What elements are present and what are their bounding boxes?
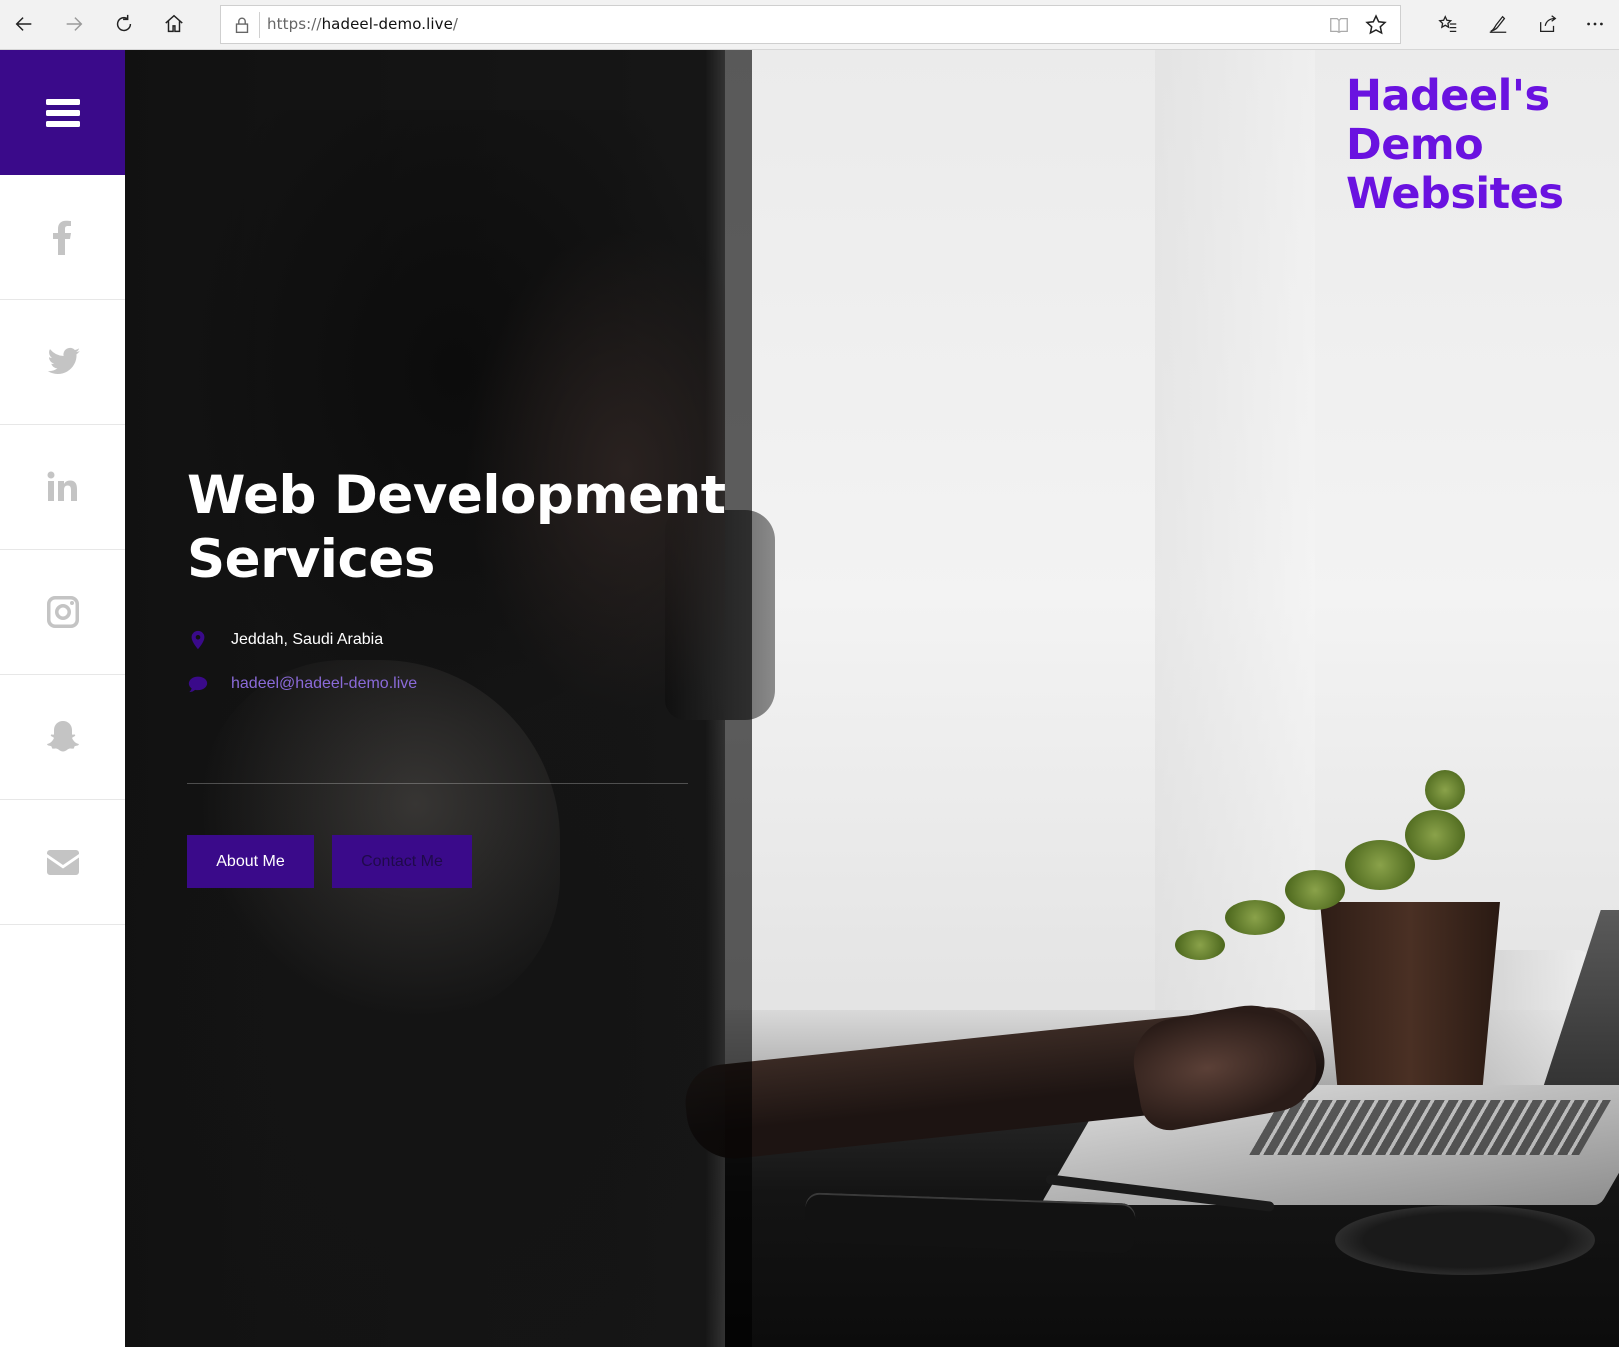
- more-button[interactable]: [1571, 0, 1619, 48]
- home-icon: [165, 14, 183, 33]
- site-logo-text[interactable]: Hadeel's Demo Websites: [1346, 72, 1606, 219]
- laptop-keyboard: [1249, 1100, 1611, 1155]
- favorites-list-icon: [1438, 15, 1457, 32]
- url-path: /: [452, 15, 459, 33]
- plant-leaf: [1285, 870, 1345, 910]
- email-link[interactable]: hadeel@hadeel-demo.live: [231, 675, 417, 693]
- plant-leaf: [1425, 770, 1465, 810]
- map-pin-icon: [187, 629, 209, 651]
- pen-icon: [1489, 15, 1507, 33]
- social-sidebar: [0, 50, 125, 1347]
- notes-button[interactable]: [1474, 0, 1522, 48]
- about-me-button[interactable]: About Me: [187, 835, 314, 888]
- refresh-button[interactable]: [100, 0, 148, 48]
- share-icon: [1540, 15, 1557, 32]
- location-text: Jeddah, Saudi Arabia: [231, 631, 384, 648]
- instagram-icon: [46, 596, 79, 628]
- twitter-icon: [47, 347, 80, 374]
- address-bar[interactable]: https://hadeel-demo.live/: [220, 5, 1401, 44]
- social-link-email[interactable]: [0, 800, 125, 925]
- contact-me-button[interactable]: Contact Me: [332, 835, 472, 888]
- address-separator: [259, 12, 260, 38]
- star-icon[interactable]: [1364, 13, 1388, 37]
- share-button[interactable]: [1524, 0, 1572, 48]
- hero-title-line2: Services: [187, 529, 435, 590]
- back-button[interactable]: [0, 0, 48, 48]
- more-dots-icon: [1587, 22, 1603, 26]
- reading-view-icon[interactable]: [1328, 14, 1350, 36]
- hero-divider: [187, 783, 688, 784]
- email-row: hadeel@hadeel-demo.live: [187, 672, 417, 696]
- web-page: Web Development Services Jeddah, Saudi A…: [0, 50, 1619, 1347]
- location-row: Jeddah, Saudi Arabia: [187, 628, 383, 652]
- url-scheme: https://: [267, 15, 322, 33]
- social-link-linkedin[interactable]: [0, 425, 125, 550]
- envelope-icon: [46, 850, 79, 875]
- forward-button[interactable]: [50, 0, 98, 48]
- plant-leaf: [1405, 810, 1465, 860]
- hamburger-icon: [45, 98, 80, 127]
- url-text[interactable]: https://hadeel-demo.live/: [267, 15, 458, 33]
- snapchat-icon: [46, 721, 79, 752]
- favorites-button[interactable]: [1424, 0, 1472, 48]
- social-link-snapchat[interactable]: [0, 675, 125, 800]
- linkedin-icon: [47, 471, 77, 501]
- arrow-left-icon: [15, 17, 32, 31]
- social-link-instagram[interactable]: [0, 550, 125, 675]
- plant-leaf: [1345, 840, 1415, 890]
- social-link-twitter[interactable]: [0, 300, 125, 425]
- refresh-icon: [116, 14, 132, 32]
- plant-leaf: [1175, 930, 1225, 960]
- plate: [1335, 1205, 1595, 1275]
- lock-icon[interactable]: [231, 14, 253, 36]
- browser-toolbar: https://hadeel-demo.live/: [0, 0, 1619, 50]
- menu-button[interactable]: [0, 50, 125, 175]
- brand-line3: Websites: [1346, 169, 1564, 219]
- social-link-facebook[interactable]: [0, 175, 125, 300]
- facebook-icon: [52, 220, 71, 255]
- brand-line2: Demo: [1346, 120, 1484, 170]
- brand-line1: Hadeel's: [1346, 71, 1550, 121]
- plant-leaf: [1225, 900, 1285, 935]
- arrow-right-icon: [66, 17, 83, 31]
- url-host: hadeel-demo.live: [321, 15, 453, 33]
- home-button[interactable]: [150, 0, 198, 48]
- hero-title: Web Development Services: [187, 464, 747, 592]
- hero-title-line1: Web Development: [187, 465, 726, 526]
- chat-bubble-icon: [187, 673, 209, 695]
